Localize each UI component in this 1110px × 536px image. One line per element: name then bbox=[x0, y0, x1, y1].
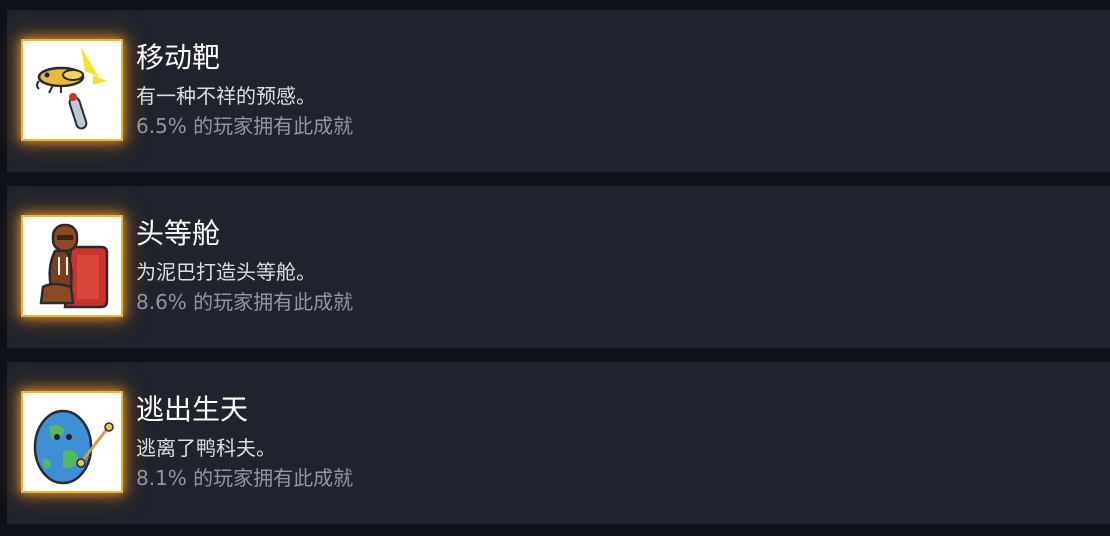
achievement-title: 头等舱 bbox=[136, 217, 221, 250]
achievement-text: 逃出生天 逃离了鸭科夫。 8.1% 的玩家拥有此成就 bbox=[136, 393, 353, 491]
achievement-row[interactable]: 头等舱 为泥巴打造头等舱。 8.6% 的玩家拥有此成就 bbox=[7, 186, 1110, 348]
achievement-title: 移动靶 bbox=[136, 41, 221, 74]
achievement-text: 头等舱 为泥巴打造头等舱。 8.6% 的玩家拥有此成就 bbox=[136, 217, 353, 315]
achievement-title: 逃出生天 bbox=[136, 393, 249, 426]
achievement-unlock-rate: 8.6% 的玩家拥有此成就 bbox=[136, 290, 354, 314]
escape-globe-icon bbox=[23, 393, 121, 491]
achievement-row[interactable]: 移动靶 有一种不祥的预感。 6.5% 的玩家拥有此成就 bbox=[7, 10, 1110, 172]
first-class-seat-icon bbox=[23, 217, 121, 315]
achievement-description: 逃离了鸭科夫。 bbox=[136, 436, 276, 460]
achievement-description: 有一种不祥的预感。 bbox=[136, 84, 316, 108]
target-bird-icon bbox=[23, 41, 121, 139]
achievement-description: 为泥巴打造头等舱。 bbox=[136, 260, 316, 284]
achievement-text: 移动靶 有一种不祥的预感。 6.5% 的玩家拥有此成就 bbox=[136, 41, 353, 139]
achievement-unlock-rate: 6.5% 的玩家拥有此成就 bbox=[136, 114, 354, 138]
achievement-unlock-rate: 8.1% 的玩家拥有此成就 bbox=[136, 466, 354, 490]
achievement-row[interactable]: 逃出生天 逃离了鸭科夫。 8.1% 的玩家拥有此成就 bbox=[7, 362, 1110, 524]
achievement-list: 移动靶 有一种不祥的预感。 6.5% 的玩家拥有此成就 头等舱 为泥巴打造头等舱… bbox=[0, 0, 1110, 536]
